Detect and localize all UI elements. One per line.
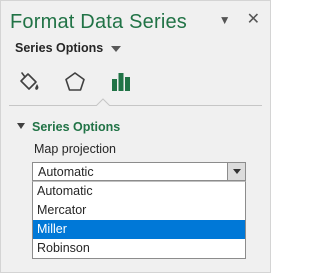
active-tab-pointer <box>96 98 110 106</box>
series-options-tab[interactable] <box>107 68 135 96</box>
chevron-down-icon <box>111 46 122 52</box>
map-projection-label: Map projection <box>34 142 116 156</box>
paint-bucket-icon <box>20 72 39 90</box>
pentagon-icon <box>65 72 85 91</box>
effects-tab[interactable] <box>61 68 89 96</box>
series-options-dropdown[interactable]: Series Options <box>15 41 122 55</box>
tab-icon-row <box>15 67 135 97</box>
series-options-label: Series Options <box>15 41 104 55</box>
map-projection-value: Automatic <box>38 165 94 179</box>
map-projection-dropdown-list: Automatic Mercator Miller Robinson <box>32 181 246 259</box>
option-robinson[interactable]: Robinson <box>33 239 245 258</box>
pane-options-chevron-icon[interactable]: ▼ <box>219 14 231 26</box>
option-mercator[interactable]: Mercator <box>33 201 245 220</box>
series-options-section-header[interactable]: Series Options <box>17 120 120 134</box>
collapse-triangle-icon <box>17 123 25 129</box>
format-data-series-pane: Format Data Series ▼ ✕ Series Options Se… <box>0 0 271 273</box>
option-automatic[interactable]: Automatic <box>33 182 245 201</box>
pane-header-controls: ▼ ✕ <box>219 10 260 30</box>
map-projection-select[interactable]: Automatic <box>32 162 246 181</box>
close-icon[interactable]: ✕ <box>247 12 260 28</box>
fill-line-tab[interactable] <box>15 68 43 96</box>
dropdown-arrow-icon <box>232 169 241 174</box>
bar-chart-icon <box>112 73 130 91</box>
section-title-label: Series Options <box>32 120 121 134</box>
dropdown-button[interactable] <box>227 163 245 180</box>
tab-separator <box>9 105 262 106</box>
pane-title: Format Data Series <box>10 11 187 33</box>
option-miller[interactable]: Miller <box>33 220 245 239</box>
